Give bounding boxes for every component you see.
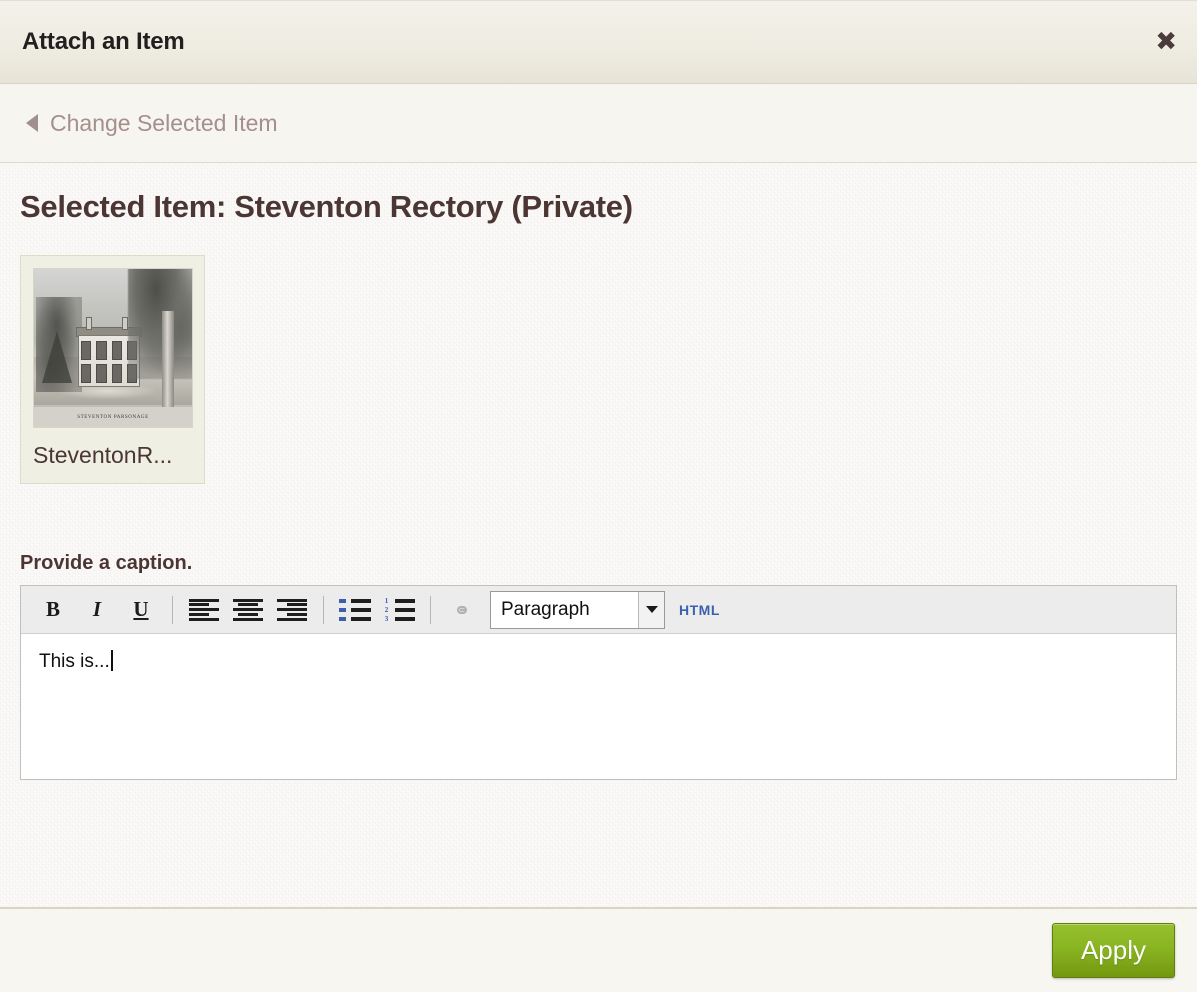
align-left-icon	[189, 598, 219, 621]
italic-button[interactable]: I	[75, 592, 119, 628]
bullet-list-button[interactable]	[333, 592, 377, 628]
subheader-bar: Change Selected Item	[0, 84, 1197, 163]
align-center-icon	[233, 598, 263, 621]
bold-button[interactable]: B	[31, 592, 75, 628]
modal-header: Attach an Item ✖	[0, 0, 1197, 84]
bullet-list-icon	[339, 598, 371, 621]
engraving-caption: STEVENTON PARSONAGE	[34, 407, 192, 427]
attach-item-modal: Attach an Item ✖ Change Selected Item Se…	[0, 0, 1197, 992]
caption-rich-text-editor: B I U 1 2 3 Paragraph HTML This is...	[20, 585, 1177, 780]
html-source-button[interactable]: HTML	[679, 602, 720, 618]
numbered-list-icon: 1 2 3	[383, 597, 415, 622]
underline-button[interactable]: U	[119, 592, 163, 628]
modal-body: Selected Item: Steventon Rectory (Privat…	[0, 163, 1197, 907]
insert-link-button[interactable]	[440, 592, 484, 628]
caption-text: This is...	[39, 651, 110, 672]
thumbnail-label: SteventonR...	[33, 442, 173, 468]
close-icon[interactable]: ✖	[1155, 29, 1177, 55]
align-center-button[interactable]	[226, 592, 270, 628]
engraving-conifer	[42, 331, 72, 383]
engraving-chimney-left	[86, 317, 92, 330]
change-selected-item-link[interactable]: Change Selected Item	[26, 110, 278, 137]
change-selected-item-label: Change Selected Item	[50, 109, 278, 136]
toolbar-divider	[172, 595, 173, 624]
toolbar-divider	[430, 595, 431, 624]
chevron-down-icon	[638, 591, 664, 628]
editor-toolbar: B I U 1 2 3 Paragraph HTML	[21, 586, 1176, 634]
align-right-icon	[277, 598, 307, 621]
apply-button[interactable]: Apply	[1052, 923, 1175, 978]
format-select-value: Paragraph	[501, 598, 590, 620]
toolbar-divider	[323, 595, 324, 624]
thumbnail-image: STEVENTON PARSONAGE	[33, 268, 193, 428]
caption-textarea[interactable]: This is...	[21, 634, 1176, 779]
engraving-right-foliage	[128, 269, 192, 379]
text-cursor	[110, 650, 113, 671]
align-right-button[interactable]	[270, 592, 314, 628]
modal-footer: Apply	[0, 907, 1197, 992]
engraving-tree-trunk	[162, 311, 174, 421]
page-title: Attach an Item	[22, 28, 185, 55]
back-arrow-icon	[26, 114, 38, 132]
format-select[interactable]: Paragraph	[490, 590, 665, 629]
align-left-button[interactable]	[182, 592, 226, 628]
numbered-list-button[interactable]: 1 2 3	[377, 592, 421, 628]
link-icon	[447, 600, 477, 620]
selected-item-heading: Selected Item: Steventon Rectory (Privat…	[20, 189, 633, 224]
caption-field-label: Provide a caption.	[20, 552, 193, 574]
selected-item-thumbnail-card[interactable]: STEVENTON PARSONAGE SteventonR...	[20, 255, 205, 484]
